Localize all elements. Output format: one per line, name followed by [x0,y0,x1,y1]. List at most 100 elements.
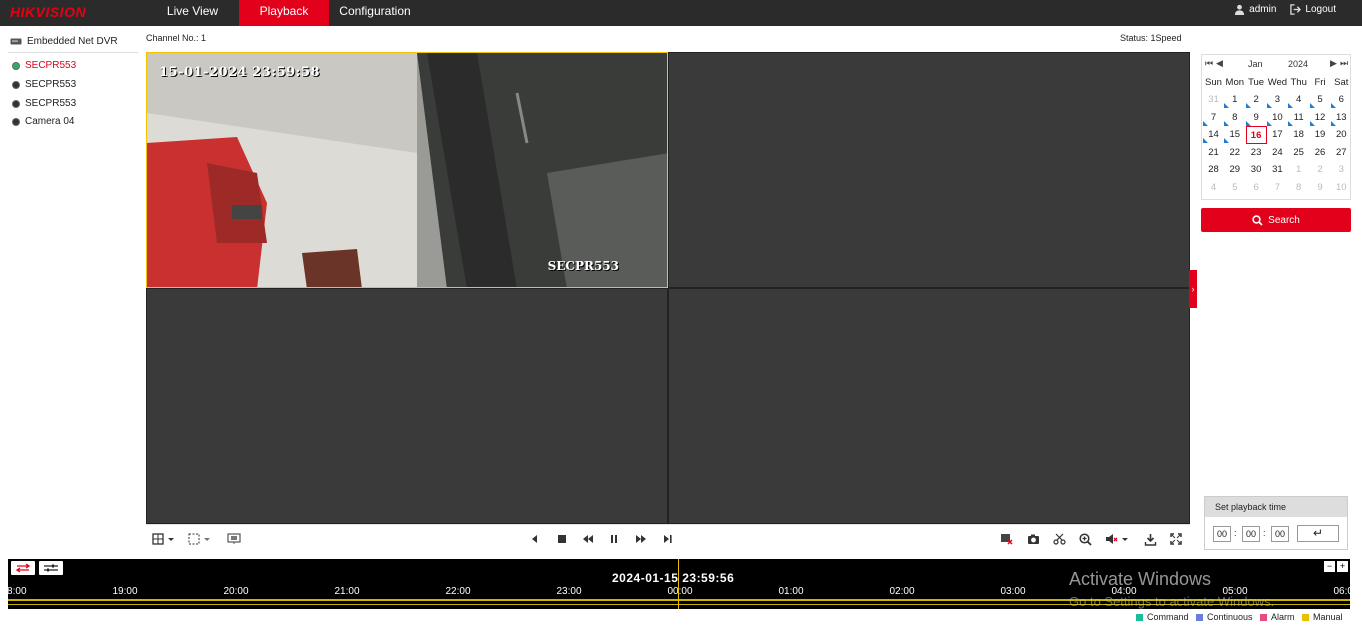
calendar-day[interactable]: 28 [1203,161,1224,179]
timeline-zoom-in-button[interactable]: + [1337,561,1348,572]
calendar-day[interactable]: 13 [1330,109,1352,127]
stop-all-icon [1000,534,1013,545]
calendar-day[interactable]: 9 [1310,179,1331,197]
digital-zoom-button[interactable] [1077,531,1093,547]
calendar-day[interactable]: 11 [1288,109,1309,127]
calendar-day[interactable]: 20 [1331,126,1352,144]
next-year-button[interactable]: ⏭ [1340,58,1348,69]
search-button[interactable]: Search [1201,208,1351,232]
calendar-day[interactable]: 17 [1267,126,1288,144]
calendar-day[interactable]: 5 [1309,91,1331,109]
timeline-sync-button[interactable] [11,561,35,575]
set-playback-time-panel: Set playback time 00 : 00 : 00 ↵ [1204,496,1348,550]
calendar-day[interactable]: 8 [1288,179,1309,197]
calendar-day[interactable]: 7 [1267,179,1288,197]
calendar-day[interactable]: 5 [1224,179,1245,197]
calendar-day[interactable]: 3 [1266,91,1288,109]
calendar-day[interactable]: 8 [1224,109,1245,127]
brand-logo: HIKVISION [10,4,87,20]
calendar-day[interactable]: 27 [1331,144,1352,162]
stop-button[interactable] [554,531,570,547]
calendar-day[interactable]: 2 [1245,91,1267,109]
camera-label: SECPR553 [25,79,77,90]
pause-button[interactable] [606,531,622,547]
logout-button[interactable]: Logout [1290,4,1336,15]
calendar-day[interactable]: 10 [1331,179,1352,197]
timeline-cursor[interactable] [678,559,679,609]
video-window-4[interactable] [668,288,1190,524]
calendar-day[interactable]: 3 [1331,161,1352,179]
calendar-day[interactable]: 14 [1203,126,1224,144]
timeline-options-button[interactable] [39,561,63,575]
calendar-day[interactable]: 4 [1203,179,1224,197]
calendar-day[interactable]: 12 [1309,109,1331,127]
tab-configuration[interactable]: Configuration [329,0,421,26]
calendar-day[interactable]: 31 [1203,91,1224,109]
tab-playback[interactable]: Playback [239,0,329,26]
device-node[interactable]: Embedded Net DVR [10,36,118,47]
clip-button[interactable] [1051,531,1067,547]
calendar-day[interactable]: 1 [1224,91,1245,109]
camera-item-3[interactable]: SECPR553 [12,98,76,109]
snapshot-button[interactable] [1025,531,1041,547]
calendar-day[interactable]: 29 [1224,161,1245,179]
calendar-day[interactable]: 9 [1245,109,1267,127]
camera-label: Camera 04 [25,116,75,127]
calendar-day[interactable]: 6 [1330,91,1352,109]
calendar-day[interactable]: 6 [1246,179,1267,197]
calendar-month[interactable]: Jan [1248,59,1263,69]
calendar-day[interactable]: 10 [1266,109,1288,127]
calendar-day[interactable]: 19 [1310,126,1331,144]
stop-all-button[interactable] [998,531,1014,547]
calendar-day[interactable]: 23 [1246,144,1267,162]
single-frame-button[interactable] [660,531,676,547]
fullscreen-button[interactable] [1168,531,1184,547]
timeline-zoom-out-button[interactable]: − [1324,561,1335,572]
calendar-day[interactable]: 31 [1267,161,1288,179]
calendar-day[interactable]: 4 [1288,91,1309,109]
calendar-day[interactable]: 25 [1288,144,1309,162]
apply-time-button[interactable]: ↵ [1297,525,1339,542]
slow-button[interactable] [580,531,596,547]
search-icon [1252,214,1263,226]
video-window-2[interactable] [668,52,1190,288]
camera-item-4[interactable]: Camera 04 [12,116,74,127]
video-window-3[interactable] [146,288,668,524]
window-layout-button[interactable] [150,531,178,547]
camera-item-2[interactable]: SECPR553 [12,79,76,90]
prev-year-button[interactable]: ⏮ [1205,58,1213,69]
playback-control-bar [146,524,1190,553]
minute-field[interactable]: 00 [1242,526,1260,542]
reverse-play-button[interactable] [527,531,543,547]
hour-field[interactable]: 00 [1213,526,1231,542]
collapse-panel-button[interactable]: › [1189,270,1197,308]
calendar-day-selected[interactable]: 16 [1245,126,1267,145]
video-frame [147,53,667,287]
calendar-day[interactable]: 21 [1203,144,1224,162]
calendar-day[interactable]: 22 [1224,144,1245,162]
camera-item-1[interactable]: SECPR553 [12,60,76,71]
calendar-year[interactable]: 2024 [1288,59,1308,69]
calendar-day[interactable]: 7 [1203,109,1224,127]
calendar-day[interactable]: 30 [1246,161,1267,179]
tab-live-view[interactable]: Live View [146,0,239,26]
video-window-1[interactable]: 15-01-2024 23:59:58 SECPR553 [146,52,668,288]
channel-number: Channel No.: 1 [146,33,207,43]
audio-button[interactable] [1104,531,1130,547]
next-month-button[interactable]: ▶ [1330,58,1337,69]
calendar-day[interactable]: 24 [1267,144,1288,162]
user-menu[interactable]: admin [1234,4,1276,15]
calendar-day[interactable]: 2 [1310,161,1331,179]
legend-swatch [1196,613,1203,621]
calendar-day[interactable]: 18 [1288,126,1309,144]
smart-search-button[interactable] [226,531,242,547]
calendar-day[interactable]: 1 [1288,161,1309,179]
calendar-day[interactable]: 26 [1310,144,1331,162]
prev-month-button[interactable]: ◀ [1216,58,1223,69]
fast-button[interactable] [633,531,649,547]
capture-region-button[interactable] [186,531,214,547]
calendar-day[interactable]: 15 [1224,126,1245,144]
fast-forward-icon [636,535,646,543]
download-button[interactable] [1142,531,1158,547]
second-field[interactable]: 00 [1271,526,1289,542]
